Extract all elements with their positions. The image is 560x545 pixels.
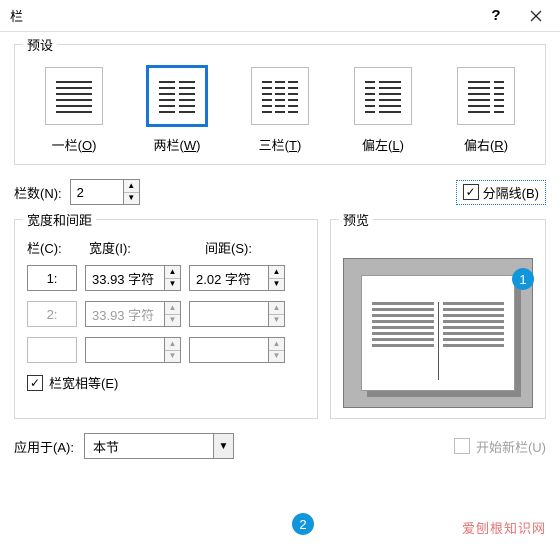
- preset-label: 三栏(T): [259, 135, 302, 154]
- col-header: 栏(C):: [27, 238, 81, 257]
- spacing-3-spinner: ▲▼: [189, 337, 285, 363]
- titlebar: 栏 ?: [0, 0, 560, 32]
- preview-box: [343, 258, 533, 408]
- three-columns-icon: [251, 67, 309, 125]
- spacing-1-spinner[interactable]: ▲▼: [189, 265, 285, 291]
- spinner-up-button[interactable]: ▲: [165, 266, 180, 279]
- mid-row: 宽度和间距 栏(C): 宽度(I): 间距(S): 1: ▲▼ ▲▼: [14, 213, 546, 419]
- equal-width-label: 栏宽相等(E): [49, 373, 118, 392]
- preset-right[interactable]: 偏右(R): [441, 67, 531, 154]
- spinner-down-button[interactable]: ▼: [124, 193, 139, 205]
- separator-label: 分隔线(B): [483, 183, 539, 202]
- apply-to-label: 应用于(A):: [14, 437, 74, 456]
- left-icon: [354, 67, 412, 125]
- preset-label: 偏右(R): [464, 135, 508, 154]
- width-legend: 宽度和间距: [23, 210, 96, 229]
- presets-group: 预设 一栏(O): [14, 44, 546, 165]
- spinner-up-button[interactable]: ▲: [269, 266, 284, 279]
- spinner-down-button: ▼: [165, 315, 180, 327]
- help-button[interactable]: ?: [476, 0, 516, 32]
- chevron-down-icon[interactable]: ▼: [213, 434, 233, 458]
- columns-count-input[interactable]: [71, 180, 123, 204]
- close-icon: [530, 10, 542, 22]
- spinner-up-button: ▲: [269, 338, 284, 351]
- dialog-client: 预设 一栏(O): [0, 32, 560, 465]
- presets-legend: 预设: [23, 35, 57, 54]
- window-title: 栏: [10, 6, 476, 25]
- right-icon: [457, 67, 515, 125]
- width-header: 栏(C): 宽度(I): 间距(S):: [27, 238, 305, 257]
- separator-checkbox[interactable]: 分隔线(B): [456, 180, 546, 205]
- column-index-2: 2:: [27, 301, 77, 327]
- spacing-1-input[interactable]: [190, 266, 268, 290]
- width-row: 2: ▲▼ ▲▼: [27, 301, 305, 327]
- apply-row: 应用于(A): 本节 ▼ 开始新栏(U): [14, 433, 546, 459]
- spacing-3-input: [190, 338, 268, 362]
- width-3-spinner: ▲▼: [85, 337, 181, 363]
- spinner-down-button: ▼: [269, 351, 284, 363]
- spacing-2-input: [190, 302, 268, 326]
- width-row: ▲▼ ▲▼: [27, 337, 305, 363]
- spinner-down-button: ▼: [165, 351, 180, 363]
- spinner-up-button: ▲: [269, 302, 284, 315]
- spinner-down-button: ▼: [269, 315, 284, 327]
- start-new-column-label: 开始新栏(U): [476, 437, 546, 456]
- preset-label: 两栏(W): [154, 135, 201, 154]
- preset-two-columns[interactable]: 两栏(W): [132, 67, 222, 154]
- columns-count-label: 栏数(N):: [14, 183, 62, 202]
- width-header-label: 宽度(I):: [89, 238, 197, 257]
- spacing-2-spinner: ▲▼: [189, 301, 285, 327]
- spinner-down-button[interactable]: ▼: [165, 279, 180, 291]
- presets-row: 一栏(O) 两栏(W): [27, 63, 533, 154]
- checkbox-icon: [454, 438, 470, 454]
- preset-label: 一栏(O): [52, 135, 97, 154]
- width-2-input: [86, 302, 164, 326]
- preview-legend: 预览: [339, 210, 373, 229]
- one-column-icon: [45, 67, 103, 125]
- watermark: 爱刨根知识网: [462, 518, 546, 537]
- columns-count-spinner[interactable]: ▲ ▼: [70, 179, 140, 205]
- spinner-up-button: ▲: [165, 302, 180, 315]
- annotation-badge-2: 2: [292, 513, 314, 535]
- preview-page-icon: [361, 275, 515, 390]
- close-button[interactable]: [516, 0, 556, 32]
- two-columns-icon: [148, 67, 206, 125]
- apply-to-dropdown[interactable]: 本节 ▼: [84, 433, 234, 459]
- equal-width-checkbox[interactable]: 栏宽相等(E): [27, 373, 305, 392]
- spinner-down-button[interactable]: ▼: [269, 279, 284, 291]
- columns-row: 栏数(N): ▲ ▼ 分隔线(B): [14, 179, 546, 205]
- column-index-1: 1:: [27, 265, 77, 291]
- preset-one-column[interactable]: 一栏(O): [29, 67, 119, 154]
- width-3-input: [86, 338, 164, 362]
- width-spacing-group: 宽度和间距 栏(C): 宽度(I): 间距(S): 1: ▲▼ ▲▼: [14, 219, 318, 419]
- spacing-header-label: 间距(S):: [205, 238, 305, 257]
- apply-to-value: 本节: [85, 434, 213, 458]
- width-1-spinner[interactable]: ▲▼: [85, 265, 181, 291]
- preset-label: 偏左(L): [362, 135, 404, 154]
- preset-left[interactable]: 偏左(L): [338, 67, 428, 154]
- preset-three-columns[interactable]: 三栏(T): [235, 67, 325, 154]
- checkbox-icon: [27, 375, 43, 391]
- checkbox-icon: [463, 184, 479, 200]
- preview-group: 预览: [330, 219, 546, 419]
- spinner-up-button[interactable]: ▲: [124, 180, 139, 193]
- spinner-up-button: ▲: [165, 338, 180, 351]
- column-index-3: [27, 337, 77, 363]
- annotation-badge-1: 1: [512, 268, 534, 290]
- start-new-column-checkbox: 开始新栏(U): [454, 437, 546, 456]
- width-row: 1: ▲▼ ▲▼: [27, 265, 305, 291]
- width-1-input[interactable]: [86, 266, 164, 290]
- width-2-spinner: ▲▼: [85, 301, 181, 327]
